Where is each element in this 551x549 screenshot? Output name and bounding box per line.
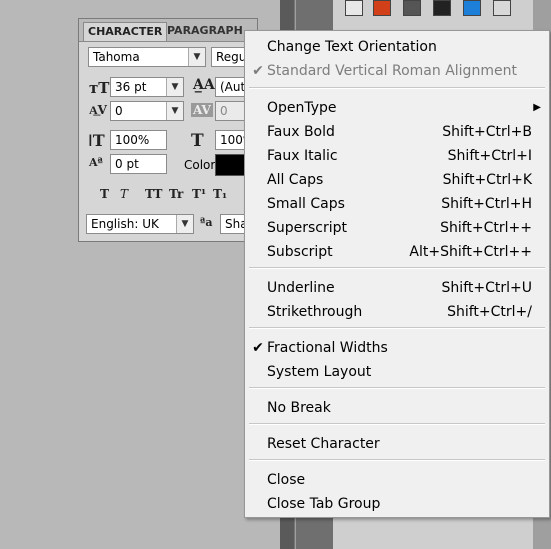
menu-separator — [249, 387, 545, 389]
swatch-2[interactable] — [373, 0, 391, 16]
checkmark-icon: ✔ — [252, 63, 264, 79]
menu-item-label: Subscript — [267, 244, 333, 260]
menu-item-underline[interactable]: Underline Shift+Ctrl+U — [245, 276, 549, 300]
menu-item-reset-character[interactable]: Reset Character — [245, 432, 549, 456]
chevron-down-icon[interactable]: ▼ — [166, 78, 183, 96]
tab-paragraph[interactable]: PARAGRAPH — [163, 22, 247, 40]
tracking-value: 0 — [220, 104, 228, 118]
font-size-icon: ᴛT — [89, 79, 110, 97]
chevron-down-icon[interactable]: ▼ — [166, 102, 183, 120]
menu-item-label: Fractional Widths — [267, 340, 388, 356]
submenu-arrow-icon: ▶ — [533, 102, 541, 113]
character-panel-menu: Change Text Orientation ✔ Standard Verti… — [244, 30, 550, 518]
menu-item-system-layout[interactable]: System Layout — [245, 360, 549, 384]
character-panel: CHARACTER PARAGRAPH Tahoma ▼ Regul ᴛT 36… — [78, 18, 261, 242]
font-family-value: Tahoma — [93, 50, 140, 64]
language-value: English: UK — [91, 217, 159, 231]
leading-icon: A̲A — [193, 77, 215, 93]
tracking-icon: AV — [191, 103, 213, 117]
kerning-value: 0 — [115, 104, 123, 118]
menu-item-shortcut: Alt+Shift+Ctrl++ — [409, 244, 532, 260]
swatch-3[interactable] — [403, 0, 421, 16]
menu-item-label: Faux Italic — [267, 148, 338, 164]
small-caps-button[interactable]: Tr — [169, 187, 183, 201]
baseline-shift-field[interactable]: 0 pt — [110, 154, 167, 174]
menu-item-label: Standard Vertical Roman Alignment — [267, 63, 517, 79]
menu-item-label: Underline — [267, 280, 335, 296]
menu-item-subscript[interactable]: Subscript Alt+Shift+Ctrl++ — [245, 240, 549, 264]
faux-bold-button[interactable]: T — [100, 187, 109, 201]
menu-item-label: Strikethrough — [267, 304, 363, 320]
menu-item-close[interactable]: Close — [245, 468, 549, 492]
menu-item-label: Close — [267, 472, 306, 488]
font-size-field[interactable]: 36 pt ▼ — [110, 77, 184, 97]
faux-italic-button[interactable]: T — [120, 187, 128, 201]
menu-item-shortcut: Shift+Ctrl++ — [440, 220, 532, 236]
kerning-field[interactable]: 0 ▼ — [110, 101, 184, 121]
menu-item-no-break[interactable]: No Break — [245, 396, 549, 420]
menu-item-standard-vertical-roman-alignment[interactable]: ✔ Standard Vertical Roman Alignment — [245, 59, 549, 83]
menu-item-strikethrough[interactable]: Strikethrough Shift+Ctrl+/ — [245, 300, 549, 324]
chevron-down-icon[interactable]: ▼ — [188, 48, 205, 66]
menu-item-label: Change Text Orientation — [267, 39, 437, 55]
menu-item-label: OpenType — [267, 100, 337, 116]
vertical-scale-value: 100% — [115, 133, 150, 147]
menu-item-label: No Break — [267, 400, 331, 416]
menu-item-shortcut: Shift+Ctrl+B — [442, 124, 532, 140]
menu-item-label: Small Caps — [267, 196, 345, 212]
menu-item-faux-bold[interactable]: Faux Bold Shift+Ctrl+B — [245, 120, 549, 144]
menu-item-label: Close Tab Group — [267, 496, 381, 512]
menu-item-shortcut: Shift+Ctrl+K — [442, 172, 532, 188]
menu-item-all-caps[interactable]: All Caps Shift+Ctrl+K — [245, 168, 549, 192]
menu-separator — [249, 267, 545, 269]
menu-separator — [249, 327, 545, 329]
color-label: Color: — [184, 158, 220, 172]
horizontal-scale-icon: T — [191, 131, 204, 151]
all-caps-button[interactable]: TT — [145, 187, 162, 201]
menu-item-label: System Layout — [267, 364, 372, 380]
panel-tab-bar: CHARACTER PARAGRAPH — [79, 19, 257, 42]
menu-item-faux-italic[interactable]: Faux Italic Shift+Ctrl+I — [245, 144, 549, 168]
menu-item-label: All Caps — [267, 172, 324, 188]
language-select[interactable]: English: UK ▼ — [86, 214, 194, 234]
baseline-shift-value: 0 pt — [115, 157, 139, 171]
vertical-scale-field[interactable]: 100% — [110, 130, 167, 150]
menu-item-shortcut: Shift+Ctrl+I — [447, 148, 532, 164]
superscript-button[interactable]: T¹ — [192, 187, 206, 201]
tab-character[interactable]: CHARACTER — [83, 22, 168, 41]
anti-alias-icon: ªa — [200, 216, 213, 229]
menu-item-small-caps[interactable]: Small Caps Shift+Ctrl+H — [245, 192, 549, 216]
chevron-down-icon[interactable]: ▼ — [176, 215, 193, 233]
swatch-1[interactable] — [345, 0, 363, 16]
font-size-value: 36 pt — [115, 80, 147, 94]
baseline-shift-icon: Aª — [89, 156, 103, 169]
menu-item-label: Reset Character — [267, 436, 380, 452]
subscript-button[interactable]: T₁ — [213, 187, 227, 201]
menu-item-label: Superscript — [267, 220, 348, 236]
menu-separator — [249, 423, 545, 425]
menu-item-fractional-widths[interactable]: ✔ Fractional Widths — [245, 336, 549, 360]
vertical-scale-icon: ǀT — [88, 131, 105, 150]
kerning-icon: A͟V — [89, 103, 107, 117]
checkmark-icon: ✔ — [252, 340, 264, 356]
swatch-6[interactable] — [493, 0, 511, 16]
menu-separator — [249, 459, 545, 461]
menu-item-opentype[interactable]: OpenType ▶ — [245, 96, 549, 120]
menu-item-label: Faux Bold — [267, 124, 335, 140]
menu-item-close-tab-group[interactable]: Close Tab Group — [245, 492, 549, 516]
menu-item-shortcut: Shift+Ctrl+H — [441, 196, 532, 212]
swatch-5[interactable] — [463, 0, 481, 16]
menu-item-superscript[interactable]: Superscript Shift+Ctrl++ — [245, 216, 549, 240]
font-family-select[interactable]: Tahoma ▼ — [88, 47, 206, 67]
menu-item-shortcut: Shift+Ctrl+/ — [447, 304, 532, 320]
menu-separator — [249, 87, 545, 89]
menu-item-change-text-orientation[interactable]: Change Text Orientation — [245, 35, 549, 59]
menu-item-shortcut: Shift+Ctrl+U — [441, 280, 532, 296]
swatch-4[interactable] — [433, 0, 451, 16]
